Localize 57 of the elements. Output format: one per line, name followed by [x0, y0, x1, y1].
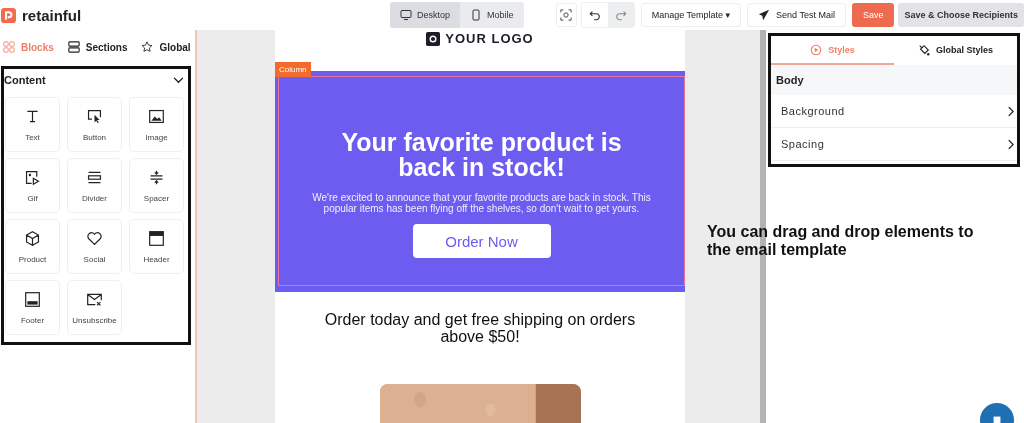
send-test-mail-button[interactable]: Send Test Mail: [747, 3, 846, 27]
panel-tab[interactable]: Sections: [67, 41, 128, 53]
app-name: retainful: [22, 6, 82, 24]
content-heading: Content: [4, 74, 46, 86]
cube-icon: [24, 229, 41, 247]
header-layout-icon: [148, 229, 165, 247]
preview-button[interactable]: [555, 3, 577, 27]
block-tile[interactable]: Spacer: [129, 158, 184, 213]
chevron-right-icon: [1007, 105, 1014, 117]
save-choose-recipients-button[interactable]: Save & Choose Recipients: [898, 3, 1024, 27]
block-tile[interactable]: Product: [5, 219, 60, 274]
column-tag: Column: [275, 62, 311, 77]
chat-icon: [991, 414, 1003, 423]
footer-layout-icon: [24, 290, 41, 308]
block-tile[interactable]: Divider: [67, 158, 122, 213]
hero-text: We're excited to announce that your favorite products are back in stock. This popular items has been flying off the shelves, so don't wait to get yours.: [311, 192, 652, 215]
block-tile[interactable]: Header: [129, 219, 184, 274]
order-now-button[interactable]: Order Now: [412, 224, 551, 259]
shipping-text: Order today and get free shipping on orders above $50!: [323, 311, 637, 345]
paint-bucket-icon: [918, 43, 930, 56]
monitor-icon: [400, 9, 412, 21]
phone-icon: [470, 9, 483, 21]
play-circle-icon: [810, 43, 823, 56]
block-tile[interactable]: Image: [129, 97, 184, 152]
spacer-icon: [148, 168, 165, 186]
headline: Your favorite product is back in stock!: [340, 130, 623, 181]
panel-tab[interactable]: Global: [141, 41, 191, 53]
cursor-click-icon: [86, 107, 103, 125]
block-tile[interactable]: Text: [5, 97, 60, 152]
undo-icon: [588, 9, 601, 21]
block-tile[interactable]: Button: [67, 97, 122, 152]
redo-icon: [614, 9, 627, 21]
style-row[interactable]: Background: [771, 95, 1017, 128]
panel-tab[interactable]: Global Styles: [894, 36, 1017, 65]
chevron-right-icon: [1007, 138, 1014, 150]
gif-play-icon: [24, 168, 41, 186]
block-tile[interactable]: Gif: [5, 158, 60, 213]
send-icon: [758, 9, 771, 21]
device-tab[interactable]: Desktop: [390, 2, 461, 28]
redo-button[interactable]: [607, 3, 634, 27]
grid-icon: [3, 41, 15, 53]
hint-text: You can drag and drop elements to the email template: [707, 223, 975, 259]
hero-section[interactable]: [275, 71, 685, 292]
block-tile[interactable]: Footer: [5, 280, 60, 335]
logo-text: YOUR LOGO: [445, 31, 534, 47]
heart-icon: [86, 229, 103, 247]
image-icon: [148, 107, 165, 125]
section-heading: Body: [771, 65, 1017, 95]
rows-icon: [67, 41, 80, 53]
block-tile[interactable]: Social: [67, 219, 122, 274]
star-icon: [141, 41, 154, 53]
focus-eye-icon: [560, 9, 573, 21]
style-row[interactable]: Spacing: [771, 128, 1017, 161]
chevron-icon[interactable]: [173, 76, 184, 84]
device-tab[interactable]: Mobile: [460, 2, 524, 28]
manage-template-button[interactable]: Manage Template ▾: [640, 3, 742, 27]
block-tile[interactable]: Unsubscribe: [67, 280, 122, 335]
